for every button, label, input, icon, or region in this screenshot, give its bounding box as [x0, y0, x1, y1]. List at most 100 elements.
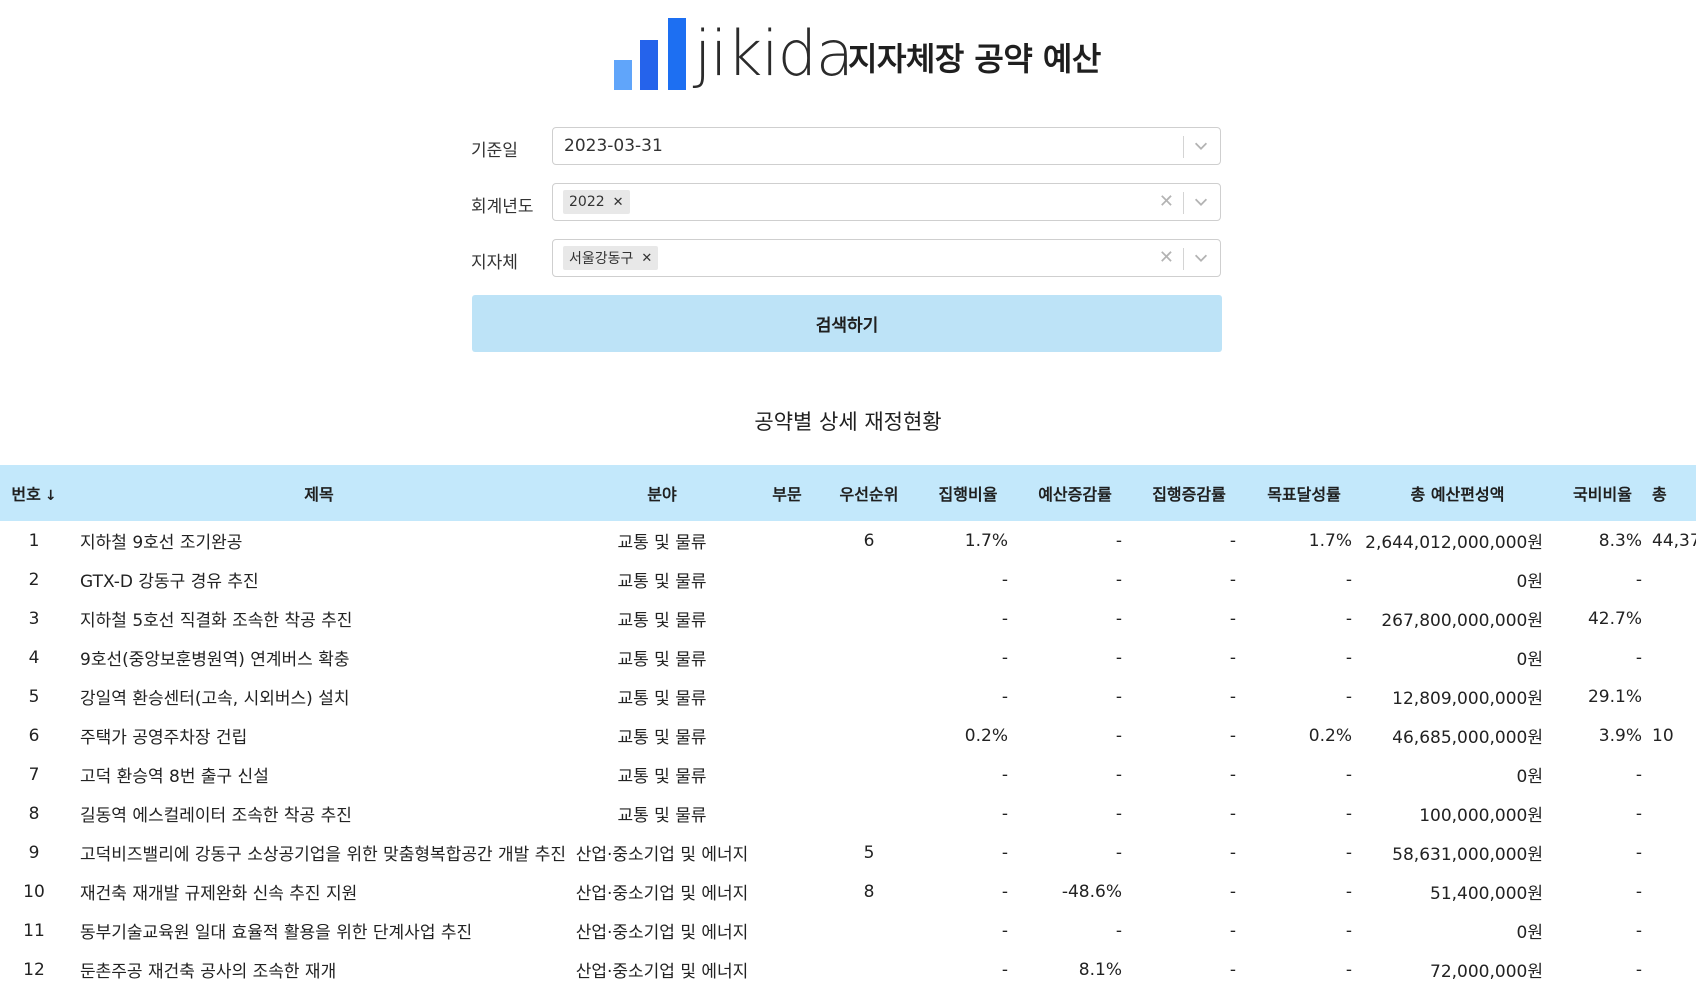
- cell-exec-ratio: -: [1001, 959, 1008, 980]
- cell-field: 교통 및 물류: [617, 611, 707, 631]
- chevron-down-icon[interactable]: [1192, 249, 1210, 267]
- year-row: 회계년도 2022 ✕ ✕: [471, 183, 1221, 223]
- table-row[interactable]: 11 동부기술교육원 일대 효율적 활용을 위한 단계사업 추진 산업·중소기업 및…: [0, 911, 1696, 950]
- column-header-title[interactable]: 제목: [68, 465, 570, 521]
- table-row[interactable]: 3 지하철 5호선 직결화 조속한 착공 추진 교통 및 물류 - - - - 267,800…: [0, 599, 1696, 638]
- cell-priority: [820, 638, 918, 677]
- cell-budget-change: -: [1115, 569, 1122, 590]
- cell-total-budget: 2,644,012,000,000원: [1365, 533, 1543, 553]
- cell-budget-change: -: [1115, 647, 1122, 668]
- search-button[interactable]: 검색하기: [472, 295, 1222, 352]
- cell-field: 교통 및 물류: [617, 767, 707, 787]
- cell-exec-change: -: [1229, 920, 1236, 941]
- date-label: 기준일: [471, 141, 518, 161]
- table-row[interactable]: 7 고덕 환승역 8번 출구 신설 교통 및 물류 - - - - 0원 -: [0, 755, 1696, 794]
- cell-title: 동부기술교육원 일대 효율적 활용을 위한 단계사업 추진: [80, 923, 473, 943]
- column-header-budget-change[interactable]: 예산증감률: [1018, 465, 1132, 521]
- cell-national-ratio: 29.1%: [1587, 686, 1642, 707]
- cell-overflow: [1652, 950, 1696, 989]
- cell-exec-ratio: -: [1001, 881, 1008, 902]
- cell-title: 고덕비즈밸리에 강동구 소상공기업을 위한 맞춤형복합공간 개발 추진: [80, 845, 566, 865]
- cell-number: 12: [23, 959, 45, 980]
- column-header-national-ratio[interactable]: 국비비율: [1553, 465, 1652, 521]
- table-row[interactable]: 9 고덕비즈밸리에 강동구 소상공기업을 위한 맞춤형복합공간 개발 추진 산업·중…: [0, 833, 1696, 872]
- column-header-field[interactable]: 분야: [570, 465, 754, 521]
- arrow-down-icon[interactable]: ↓: [45, 488, 57, 504]
- table-row[interactable]: 5 강일역 환승센터(고속, 시외버스) 설치 교통 및 물류 - - - - 12,809,…: [0, 677, 1696, 716]
- cell-field: 교통 및 물류: [617, 533, 707, 553]
- cell-priority: [820, 560, 918, 599]
- column-header-number[interactable]: 번호 ↓: [0, 465, 68, 521]
- table-row[interactable]: 2 GTX-D 강동구 경유 추진 교통 및 물류 - - - - 0원 -: [0, 560, 1696, 599]
- column-header-label: 우선순위: [839, 485, 899, 504]
- cell-exec-change: -: [1229, 842, 1236, 863]
- region-chip: 서울강동구 ✕: [563, 246, 659, 270]
- table-row[interactable]: 10 재건축 재개발 규제완화 신속 추진 지원 산업·중소기업 및 에너지 8 - -4…: [0, 872, 1696, 911]
- table-row[interactable]: 12 둔촌주공 재건축 공사의 조속한 재개 산업·중소기업 및 에너지 - 8.1% -…: [0, 950, 1696, 989]
- chevron-down-icon[interactable]: [1192, 193, 1210, 211]
- column-header-label: 예산증감률: [1038, 485, 1112, 504]
- cell-exec-change: -: [1229, 647, 1236, 668]
- table-body: 1 지하철 9호선 조기완공 교통 및 물류 6 1.7% - -1.7% 2,644,012…: [0, 521, 1696, 989]
- table-row[interactable]: 8 길동역 에스컬레이터 조속한 착공 추진 교통 및 물류 - - - - 100,000,…: [0, 794, 1696, 833]
- table-row[interactable]: 1 지하철 9호선 조기완공 교통 및 물류 6 1.7% - - 1.7% 2,644,012…: [0, 521, 1696, 560]
- column-header-exec-change[interactable]: 집행증감률: [1132, 465, 1246, 521]
- cell-sector: [754, 950, 820, 989]
- column-header-overflow[interactable]: 총: [1652, 465, 1696, 521]
- cell-total-budget: 58,631,000,000원: [1392, 845, 1543, 865]
- column-header-goal-rate[interactable]: 목표달성률: [1246, 465, 1362, 521]
- column-header-exec-ratio[interactable]: 집행비율: [918, 465, 1018, 521]
- year-select[interactable]: 2022 ✕ ✕: [552, 183, 1221, 221]
- clear-icon[interactable]: ✕: [1159, 191, 1174, 212]
- cell-title: 재건축 재개발 규제완화 신속 추진 지원: [80, 884, 358, 904]
- year-chip: 2022 ✕: [563, 190, 630, 214]
- cell-exec-change: -: [1229, 530, 1236, 551]
- column-header-label: 부문: [772, 485, 802, 504]
- cell-priority: 6: [863, 530, 875, 551]
- cell-field: 교통 및 물류: [617, 572, 707, 592]
- cell-field: 교통 및 물류: [617, 650, 707, 670]
- column-header-label: 총 예산편성액: [1410, 485, 1505, 504]
- cell-budget-change: -: [1115, 725, 1122, 746]
- table-row[interactable]: 6 주택가 공영주차장 건립 교통 및 물류 0.2% - - 0.2% 46,685,000…: [0, 716, 1696, 755]
- cell-budget-change: -48.6%: [1061, 881, 1122, 902]
- cell-sector: [754, 833, 820, 872]
- cell-title: 길동역 에스컬레이터 조속한 착공 추진: [80, 806, 352, 826]
- column-header-label: 총: [1652, 485, 1667, 504]
- cell-goal-rate: -: [1345, 608, 1352, 629]
- column-header-total-budget[interactable]: 총 예산편성액: [1362, 465, 1553, 521]
- cell-priority: [820, 950, 918, 989]
- cell-title: 9호선(중앙보훈병원역) 연계버스 확충: [80, 650, 350, 670]
- select-separator: [1183, 192, 1184, 214]
- date-select[interactable]: 2023-03-31: [552, 127, 1221, 165]
- cell-exec-change: -: [1229, 608, 1236, 629]
- cell-overflow: 44,37: [1652, 530, 1696, 551]
- table-row[interactable]: 4 9호선(중앙보훈병원역) 연계버스 확충 교통 및 물류 - - - - 0원 -: [0, 638, 1696, 677]
- remove-chip-icon[interactable]: ✕: [641, 251, 652, 266]
- column-header-sector[interactable]: 부문: [754, 465, 820, 521]
- page-title: 지자체장 공약 예산: [848, 40, 1101, 78]
- cell-overflow: [1652, 872, 1696, 911]
- cell-title: 고덕 환승역 8번 출구 신설: [80, 767, 269, 787]
- cell-exec-ratio: -: [1001, 920, 1008, 941]
- chevron-down-icon[interactable]: [1192, 137, 1210, 155]
- cell-total-budget: 267,800,000,000원: [1381, 611, 1543, 631]
- cell-priority: 5: [863, 842, 875, 863]
- cell-budget-change: -: [1115, 764, 1122, 785]
- column-header-priority[interactable]: 우선순위: [820, 465, 918, 521]
- cell-goal-rate: -: [1345, 764, 1352, 785]
- cell-national-ratio: -: [1635, 881, 1642, 902]
- cell-number: 7: [28, 764, 40, 785]
- cell-exec-change: -: [1229, 959, 1236, 980]
- cell-overflow: [1652, 911, 1696, 950]
- cell-overflow: [1652, 794, 1696, 833]
- jikida-logo[interactable]: jikida: [612, 18, 854, 98]
- cell-total-budget: 100,000,000원: [1419, 806, 1543, 826]
- remove-chip-icon[interactable]: ✕: [613, 195, 624, 210]
- date-value: 2023-03-31: [564, 136, 663, 156]
- cell-budget-change: -: [1115, 686, 1122, 707]
- cell-number: 10: [23, 881, 45, 902]
- region-select[interactable]: 서울강동구 ✕ ✕: [552, 239, 1221, 277]
- cell-exec-ratio: -: [1001, 608, 1008, 629]
- clear-icon[interactable]: ✕: [1159, 247, 1174, 268]
